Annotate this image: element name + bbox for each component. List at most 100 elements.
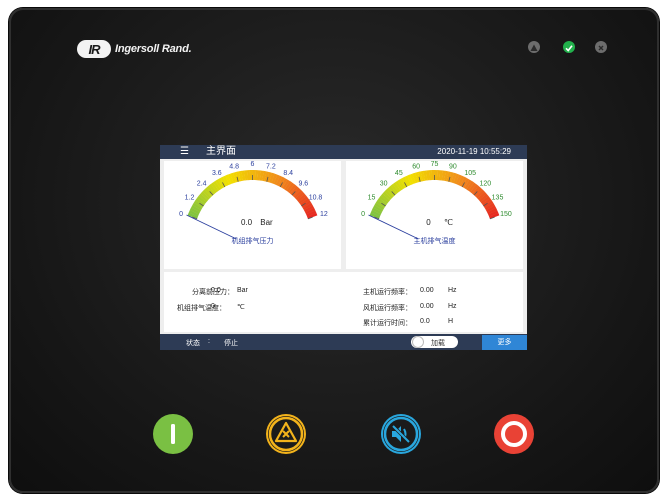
gauge-title: 主机排气温度	[414, 236, 456, 245]
gauge-arc-segment	[195, 198, 206, 207]
gauge-arc-segment	[462, 178, 470, 189]
gauge-arc-segment	[230, 172, 237, 184]
datetime-display: 2020-11-19 10:55:29	[437, 147, 511, 156]
gauge-arc-segment	[235, 171, 241, 182]
gauge-unit: Bar	[260, 218, 273, 227]
info-label: 风机运行频率：	[363, 305, 412, 312]
gauge-arc-segment	[191, 205, 202, 213]
info-label: 主机运行频率：	[363, 289, 412, 296]
gauge-arc-segment	[483, 200, 494, 209]
more-button[interactable]: 更多	[482, 335, 527, 350]
hmi-screen: ☰ 主界面 2020-11-19 10:55:29 0 1.2 2.4 3.6 4.8 6…	[160, 145, 527, 350]
info-unit: H	[448, 318, 454, 325]
gauge-arc-segment	[288, 184, 297, 194]
gauge-arc-segment	[448, 172, 455, 183]
gauge-tick-label: 2.4	[197, 181, 207, 188]
mute-button[interactable]	[381, 414, 421, 454]
alarm-reset-button[interactable]	[266, 414, 306, 454]
gauge-arc-segment	[286, 182, 295, 193]
gauge-arc-segment	[369, 212, 380, 219]
gauge-arc-segment	[306, 210, 317, 217]
gauge-tick-label: 105	[464, 170, 476, 177]
gauge-tick-label: 9.6	[298, 181, 308, 188]
gauge-arc-segment	[412, 172, 419, 184]
gauge-tick-label: 90	[449, 163, 457, 170]
fault-led-icon	[595, 41, 607, 53]
gauge-arc-segment	[284, 180, 293, 191]
gauge-tick-label: 4.8	[229, 163, 239, 170]
hamburger-menu-icon[interactable]: ☰	[180, 147, 189, 157]
gauge-arc-segment	[404, 175, 412, 186]
gauge-tick-label: 150	[500, 211, 512, 218]
gauge-tick-label: 75	[431, 161, 439, 168]
gauge-arc-segment	[293, 189, 303, 199]
load-toggle[interactable]: 加载	[411, 336, 458, 348]
status-label: 状态	[186, 340, 200, 347]
gauge-arc-segment	[187, 212, 198, 219]
gauge-arc-segment	[208, 184, 217, 194]
gauge-unit: ℃	[444, 218, 453, 227]
gauge-arc-segment	[202, 189, 212, 199]
gauge-tick-label: 10.8	[309, 195, 323, 202]
gauge-arc-segment	[225, 174, 232, 185]
ir-logo-mark: IR	[77, 40, 111, 58]
info-value: 0.0	[420, 318, 430, 325]
gauge-tick-label: 8.4	[283, 170, 293, 177]
gauge-arc-segment	[382, 191, 392, 201]
power-on-icon	[171, 424, 175, 444]
gauge-tick-label: 1.2	[185, 195, 195, 202]
gauge-tick-label: 30	[380, 181, 388, 188]
gauge-arc-segment	[305, 207, 316, 215]
warning-led-icon	[528, 41, 540, 53]
gauge-arc-segment	[488, 210, 499, 217]
info-label: 累计运行时间：	[363, 320, 412, 327]
gauge-arc-segment	[409, 173, 416, 184]
info-value: 0	[211, 303, 215, 310]
screen-header: ☰ 主界面 2020-11-19 10:55:29	[160, 145, 527, 159]
gauge-arc-segment	[262, 170, 267, 182]
gauge-arc-segment	[371, 207, 382, 215]
gauge-arc-segment	[301, 200, 312, 209]
gauge-arc-segment	[222, 175, 230, 186]
gauge-arc-segment	[397, 179, 405, 190]
gauges-area: 0 1.22.4 3.6 4.8 6 7.2 8.4 9.610.8 12 0.0 Bar 机组排气压…	[164, 161, 523, 269]
stop-button[interactable]	[494, 414, 534, 454]
gauge-arc-segment	[378, 195, 389, 205]
gauge-arc-segment	[388, 185, 397, 196]
gauge-arc-segment	[487, 207, 498, 215]
brand-name: Ingersoll Rand.	[115, 43, 192, 55]
ok-led-icon	[563, 41, 575, 53]
gauge-tick-label: 3.6	[212, 170, 222, 177]
info-value: 0.00	[420, 303, 434, 310]
alarm-reset-icon	[268, 416, 304, 452]
info-unit: ℃	[237, 304, 245, 311]
gauge-tick-label: 60	[412, 163, 420, 170]
gauge-arc-segment	[451, 172, 457, 184]
gauge-arc-segment	[206, 185, 215, 196]
gauge-arc-segment	[380, 193, 391, 203]
gauge-tick-label: 45	[395, 170, 403, 177]
gauge-tick-label: 7.2	[266, 163, 276, 170]
gauge-tick-label: 0	[179, 211, 183, 218]
gauge-tick-label: 15	[368, 195, 376, 202]
status-colon: :	[208, 338, 210, 345]
gauge-arc-segment	[269, 172, 275, 184]
gauge-arc-segment	[477, 191, 487, 201]
gauge-arc-segment	[303, 205, 315, 213]
gauge-arc-segment	[485, 205, 497, 213]
gauge-arc-segment	[271, 173, 278, 184]
gauge-tick-label: 12	[320, 211, 328, 218]
gauge-value: 0	[426, 218, 431, 227]
load-label: 加载	[431, 340, 445, 347]
gauge-arc-segment	[390, 184, 399, 194]
start-button[interactable]	[153, 414, 193, 454]
gauge-arc-segment	[417, 171, 423, 182]
gauge-arc-segment	[302, 202, 313, 211]
gauge-arc-segment	[280, 178, 288, 189]
gauge-arc-segment	[200, 191, 210, 201]
info-unit: Bar	[237, 287, 248, 294]
gauge-arc-segment	[212, 180, 221, 191]
gauge-arc-segment	[394, 180, 403, 191]
ingersoll-rand-logo: IR Ingersoll Rand.	[77, 40, 192, 58]
gauge-arc-segment	[464, 179, 472, 190]
